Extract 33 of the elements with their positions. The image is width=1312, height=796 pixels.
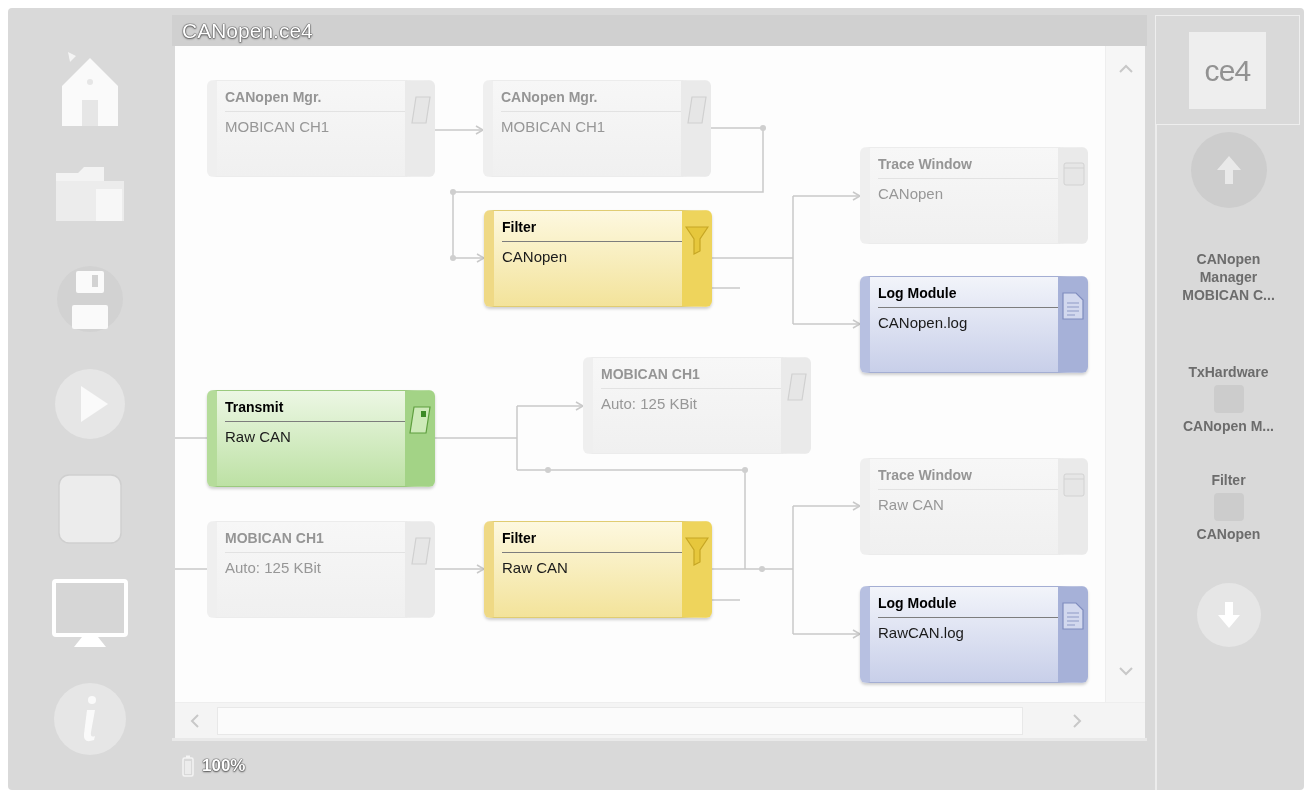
panel-item-type[interactable]: Filter	[1211, 471, 1246, 489]
panel-item-type[interactable]: TxHardware	[1188, 363, 1269, 381]
document-icon	[1061, 601, 1085, 631]
page-icon	[410, 95, 432, 125]
monitor-icon[interactable]	[52, 578, 128, 649]
window-title: CANopen.ce4	[182, 17, 313, 44]
node-title: Trace Window	[878, 155, 973, 173]
battery-icon	[182, 754, 194, 777]
node-title: CANopen Mgr.	[225, 88, 323, 106]
node-subtitle: RawCAN.log	[878, 623, 965, 642]
panel-item-name[interactable]: CANopen	[1196, 525, 1261, 543]
chevron-down-icon[interactable]	[1116, 664, 1135, 678]
battery-level-text: 100%	[202, 754, 246, 777]
app-logo: ce4	[1189, 31, 1266, 109]
folder-icon[interactable]	[54, 164, 126, 223]
down-arrow-icon	[1216, 601, 1241, 629]
info-icon[interactable]	[53, 681, 127, 756]
rounded-square-icon[interactable]	[58, 473, 122, 544]
panel-item-name[interactable]: CANopen M...	[1183, 417, 1274, 435]
node-title: Trace Window	[878, 466, 973, 484]
node-subtitle: CANopen	[878, 184, 945, 203]
document-icon	[1061, 291, 1085, 321]
up-arrow-icon	[1215, 155, 1242, 185]
node-title: Log Module	[878, 594, 958, 612]
horizontal-scrollbar[interactable]	[175, 702, 1145, 738]
play-icon[interactable]	[54, 367, 126, 440]
page-icon	[686, 95, 708, 125]
node-title: Log Module	[878, 284, 958, 302]
panel-heading: CANopen Manager MOBICAN C...	[1181, 250, 1276, 304]
node-title: CANopen Mgr.	[501, 88, 599, 106]
node-subtitle: Raw CAN	[878, 495, 945, 514]
vertical-scrollbar[interactable]	[1105, 46, 1145, 702]
node-subtitle: CANopen.log	[878, 313, 969, 332]
